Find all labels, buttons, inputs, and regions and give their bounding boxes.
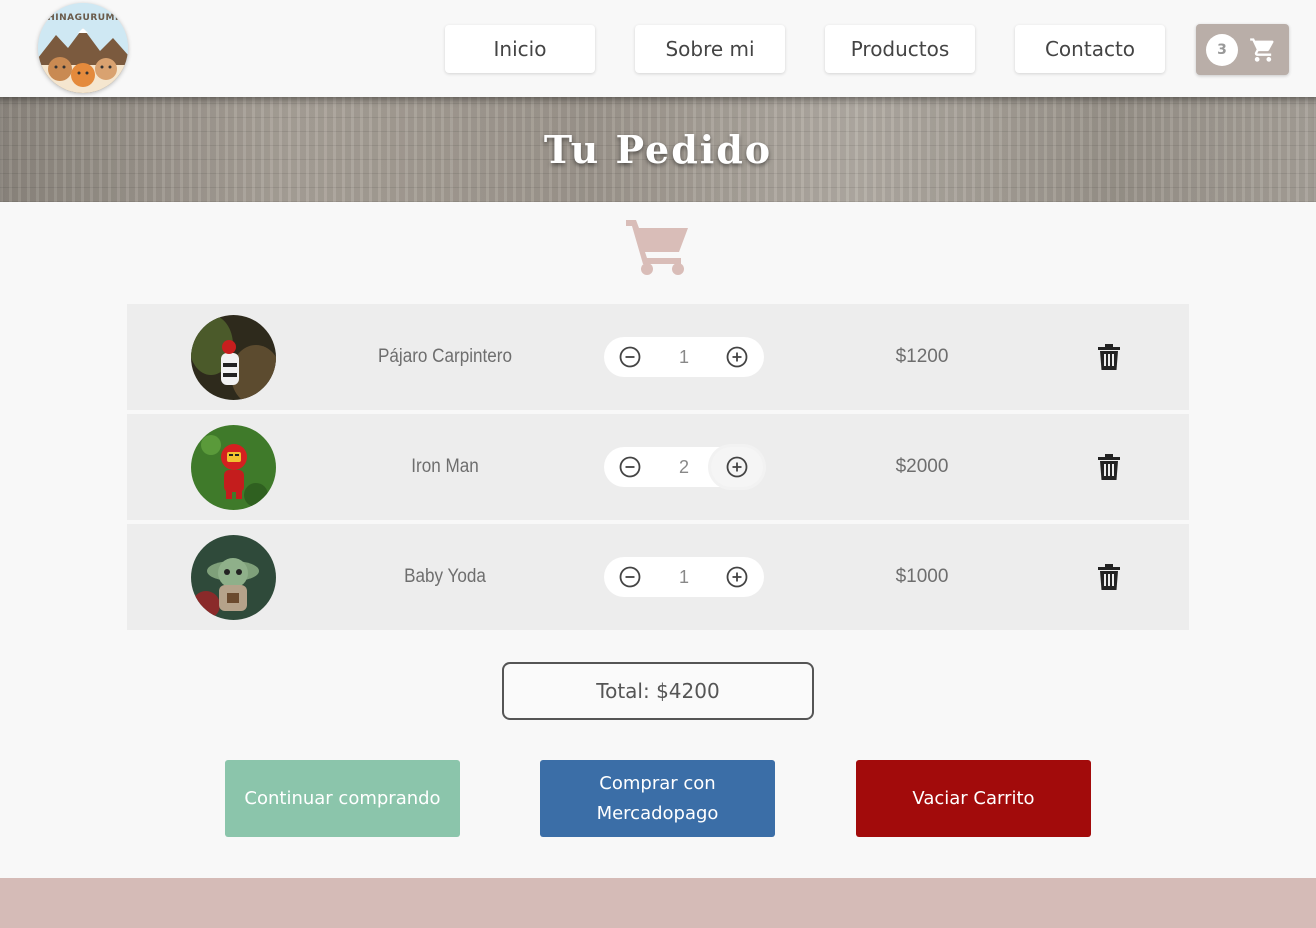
plus-circle-icon xyxy=(726,566,748,588)
cart-item-row: Baby Yoda 1 $1000 xyxy=(127,524,1189,630)
product-name: Baby Yoda xyxy=(404,566,486,587)
quantity-value: 2 xyxy=(678,456,689,477)
order-total: Total: $4200 xyxy=(502,662,814,720)
product-name: Iron Man xyxy=(411,456,479,477)
plus-circle-icon xyxy=(726,456,748,478)
header: CHINAGURUMIS Inicio Sobre mi Productos C… xyxy=(0,0,1316,97)
shopping-cart-icon xyxy=(626,220,688,275)
minus-circle-icon xyxy=(619,346,641,368)
quantity-value: 1 xyxy=(678,566,689,587)
product-image xyxy=(191,315,276,400)
cart-count-badge: 3 xyxy=(1206,34,1238,66)
trash-icon[interactable] xyxy=(1097,344,1121,370)
decrease-quantity-button[interactable] xyxy=(615,452,645,482)
quantity-stepper: 2 xyxy=(604,447,764,487)
quantity-stepper: 1 xyxy=(604,557,764,597)
decrease-quantity-button[interactable] xyxy=(615,342,645,372)
footer xyxy=(0,878,1316,928)
shopping-cart-icon xyxy=(1250,38,1274,62)
nav-contacto[interactable]: Contacto xyxy=(1015,25,1165,73)
quantity-stepper: 1 xyxy=(604,337,764,377)
quantity-value: 1 xyxy=(678,346,689,367)
product-name: Pájaro Carpintero xyxy=(377,346,513,367)
increase-quantity-button[interactable] xyxy=(722,342,752,372)
nav-productos[interactable]: Productos xyxy=(825,25,975,73)
empty-cart-button[interactable]: Vaciar Carrito xyxy=(856,760,1091,837)
cart-button[interactable]: 3 xyxy=(1196,24,1289,75)
product-price: $1200 xyxy=(895,346,949,367)
trash-icon[interactable] xyxy=(1097,454,1121,480)
mercadopago-button[interactable]: Comprar con Mercadopago xyxy=(540,760,775,837)
cart-item-row: Iron Man 2 $2000 xyxy=(127,414,1189,520)
product-image xyxy=(191,535,276,620)
continue-shopping-button[interactable]: Continuar comprando xyxy=(225,760,460,837)
product-price: $2000 xyxy=(895,456,949,477)
product-price: $1000 xyxy=(895,566,949,587)
nav-inicio[interactable]: Inicio xyxy=(445,25,595,73)
page-title: Tu Pedido xyxy=(543,127,773,172)
trash-icon[interactable] xyxy=(1097,564,1121,590)
minus-circle-icon xyxy=(619,456,641,478)
cart-item-row: Pájaro Carpintero 1 $1200 xyxy=(127,304,1189,410)
minus-circle-icon xyxy=(619,566,641,588)
increase-quantity-button[interactable] xyxy=(722,562,752,592)
product-image xyxy=(191,425,276,510)
decrease-quantity-button[interactable] xyxy=(615,562,645,592)
increase-quantity-button[interactable] xyxy=(711,447,763,487)
logo-text: CHINAGURUMIS xyxy=(40,13,126,23)
page-banner: Tu Pedido xyxy=(0,97,1316,202)
plus-circle-icon xyxy=(726,346,748,368)
logo[interactable]: CHINAGURUMIS xyxy=(38,3,128,93)
nav-sobre-mi[interactable]: Sobre mi xyxy=(635,25,785,73)
